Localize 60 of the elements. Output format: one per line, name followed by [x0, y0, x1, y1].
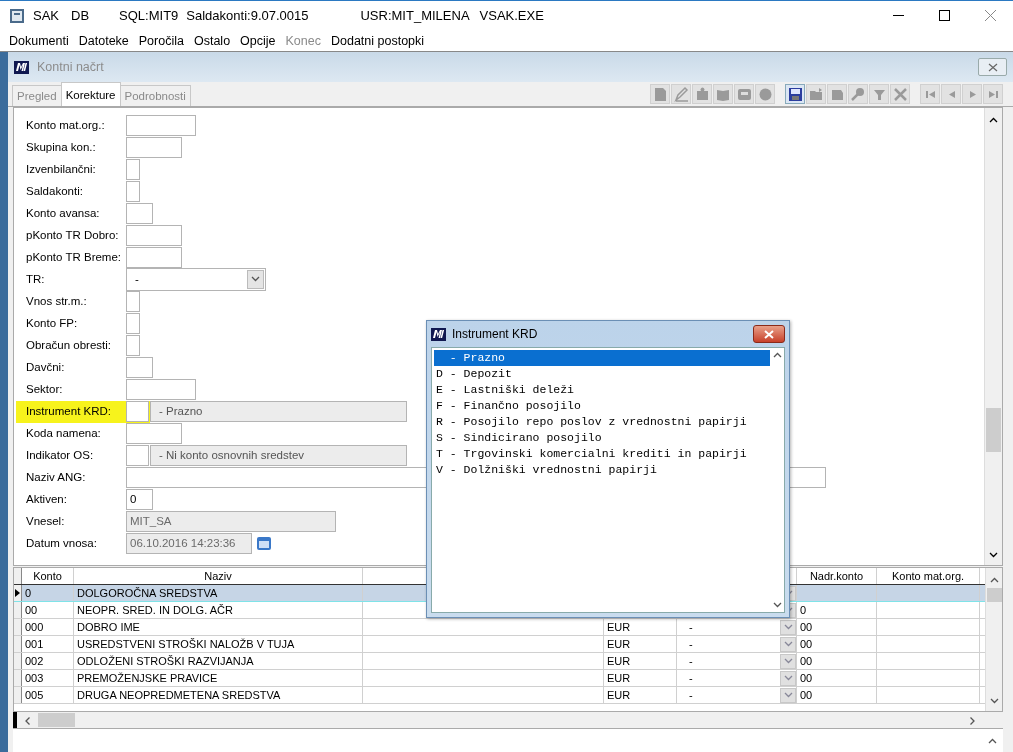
table-cell: 00: [797, 653, 877, 669]
field-label: Skupina kon.:: [26, 141, 97, 153]
table-cell: 00: [797, 619, 877, 635]
field-label: Aktiven:: [26, 493, 68, 505]
field-label: Obračun obresti:: [26, 339, 112, 351]
table-cell-text: -: [688, 620, 693, 635]
table-cell: DOLGOROČNA SREDSTVA: [74, 585, 363, 601]
table-cell: NEOPR. SRED. IN DOLG. AČR: [74, 602, 363, 618]
field-label: Vnos str.m.:: [26, 295, 88, 307]
field-label: Koda namena:: [26, 427, 102, 439]
table-cell-text: -: [688, 688, 693, 703]
table-cell: EUR: [604, 653, 677, 669]
window-title: Kontni načrt: [37, 60, 105, 74]
table-cell: 00: [22, 602, 74, 618]
window-title: SQL:MIT9: [119, 8, 179, 23]
window-title: SAK: [33, 8, 59, 23]
field-label: Sektor:: [26, 383, 64, 395]
table-cell: PREMOŽENJSKE PRAVICE: [74, 670, 363, 686]
table-cell: ODLOŽENI STROŠKI RAZVIJANJA: [74, 653, 363, 669]
field-label: TR:: [26, 273, 46, 285]
table-cell: EUR: [604, 670, 677, 686]
table-cell: EUR: [604, 636, 677, 652]
table-cell-text: -: [688, 637, 693, 652]
field-label: Vnesel:: [26, 515, 66, 527]
description-field: - Ni konto osnovnih sredstev: [150, 444, 407, 466]
field-label: Konto avansa:: [26, 207, 101, 219]
table-cell: EUR: [604, 619, 677, 635]
window-title: USR:MIT_MILENA: [360, 8, 470, 23]
table-cell: EUR: [604, 687, 677, 703]
table-cell: DRUGA NEOPREDMETENA SREDSTVA: [74, 687, 363, 703]
table-cell: 003: [22, 670, 74, 686]
table-cell: 0: [797, 602, 877, 618]
table-cell: USREDSTVENI STROŠKI NALOŽB V TUJA: [74, 636, 363, 652]
field-label: Datum vnosa:: [26, 537, 98, 549]
field-label: Naziv ANG:: [26, 471, 87, 483]
field-label: Konto mat.org.:: [26, 119, 106, 131]
field-label: pKonto TR Dobro:: [26, 229, 120, 241]
field-label: pKonto TR Breme:: [26, 251, 123, 263]
description-field: - Prazno: [150, 400, 407, 422]
window-title: Saldakonti:9.07.0015: [186, 8, 309, 23]
window-title: DB: [71, 8, 90, 23]
field-label: Davčni:: [26, 361, 66, 373]
table-cell: 0: [22, 585, 74, 601]
window-title: VSAK.EXE: [479, 8, 544, 23]
table-cell: 00: [797, 687, 877, 703]
dialog-title: Instrument KRD: [452, 327, 539, 341]
table-cell: DOBRO IME: [74, 619, 363, 635]
table-cell: 005: [22, 687, 74, 703]
field-label: Izvenbilančni:: [26, 163, 97, 175]
table-cell: 000: [22, 619, 74, 635]
field-label: Konto FP:: [26, 317, 79, 329]
table-cell: 00: [797, 670, 877, 686]
field-label: Indikator OS:: [26, 449, 95, 461]
table-cell: 002: [22, 653, 74, 669]
table-cell: 00: [797, 636, 877, 652]
table-cell-text: -: [688, 671, 693, 686]
field-label: Saldakonti:: [26, 185, 84, 197]
table-cell: 001: [22, 636, 74, 652]
table-cell-text: -: [688, 654, 693, 669]
field-label: Instrument KRD:: [26, 405, 112, 417]
